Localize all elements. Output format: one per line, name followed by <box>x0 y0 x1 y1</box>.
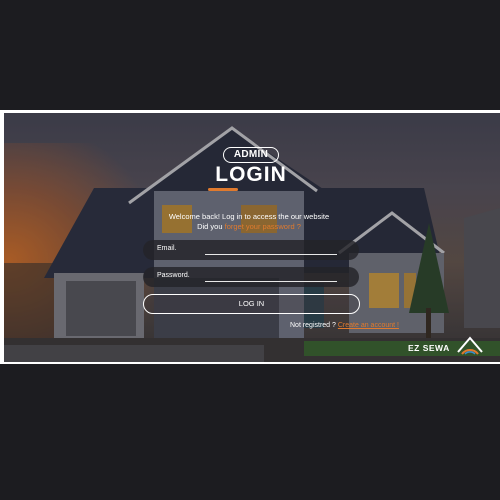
register-prefix: Not registred ? <box>290 322 336 329</box>
login-button[interactable]: LOG IN <box>143 294 360 314</box>
page-title: LOGIN <box>215 163 287 186</box>
admin-badge: ADMIN <box>223 147 279 163</box>
background-scene: ADMIN LOGIN Welcome back! Log in to acce… <box>4 113 500 362</box>
forgot-password-line: Did you forget your password ? <box>144 222 354 231</box>
email-underline <box>205 254 337 255</box>
house-roof-logo-icon <box>457 336 483 355</box>
forgot-prefix: Did you <box>197 222 223 231</box>
brand-name: EZ SEWA <box>408 343 450 353</box>
create-account-link[interactable]: Create an account ! <box>338 322 399 329</box>
login-panel-frame: ADMIN LOGIN Welcome back! Log in to acce… <box>0 110 500 364</box>
email-label: Email. <box>157 245 177 252</box>
welcome-text: Welcome back! Log in to access the our w… <box>168 212 330 221</box>
password-underline <box>205 281 337 282</box>
register-line: Not registred ? Create an account ! <box>290 322 399 329</box>
password-label: Password. <box>157 272 190 279</box>
email-field[interactable]: Email. <box>143 240 359 260</box>
forgot-password-link[interactable]: forget your password ? <box>225 222 301 231</box>
title-underline <box>208 188 238 191</box>
password-field[interactable]: Password. <box>143 267 359 287</box>
